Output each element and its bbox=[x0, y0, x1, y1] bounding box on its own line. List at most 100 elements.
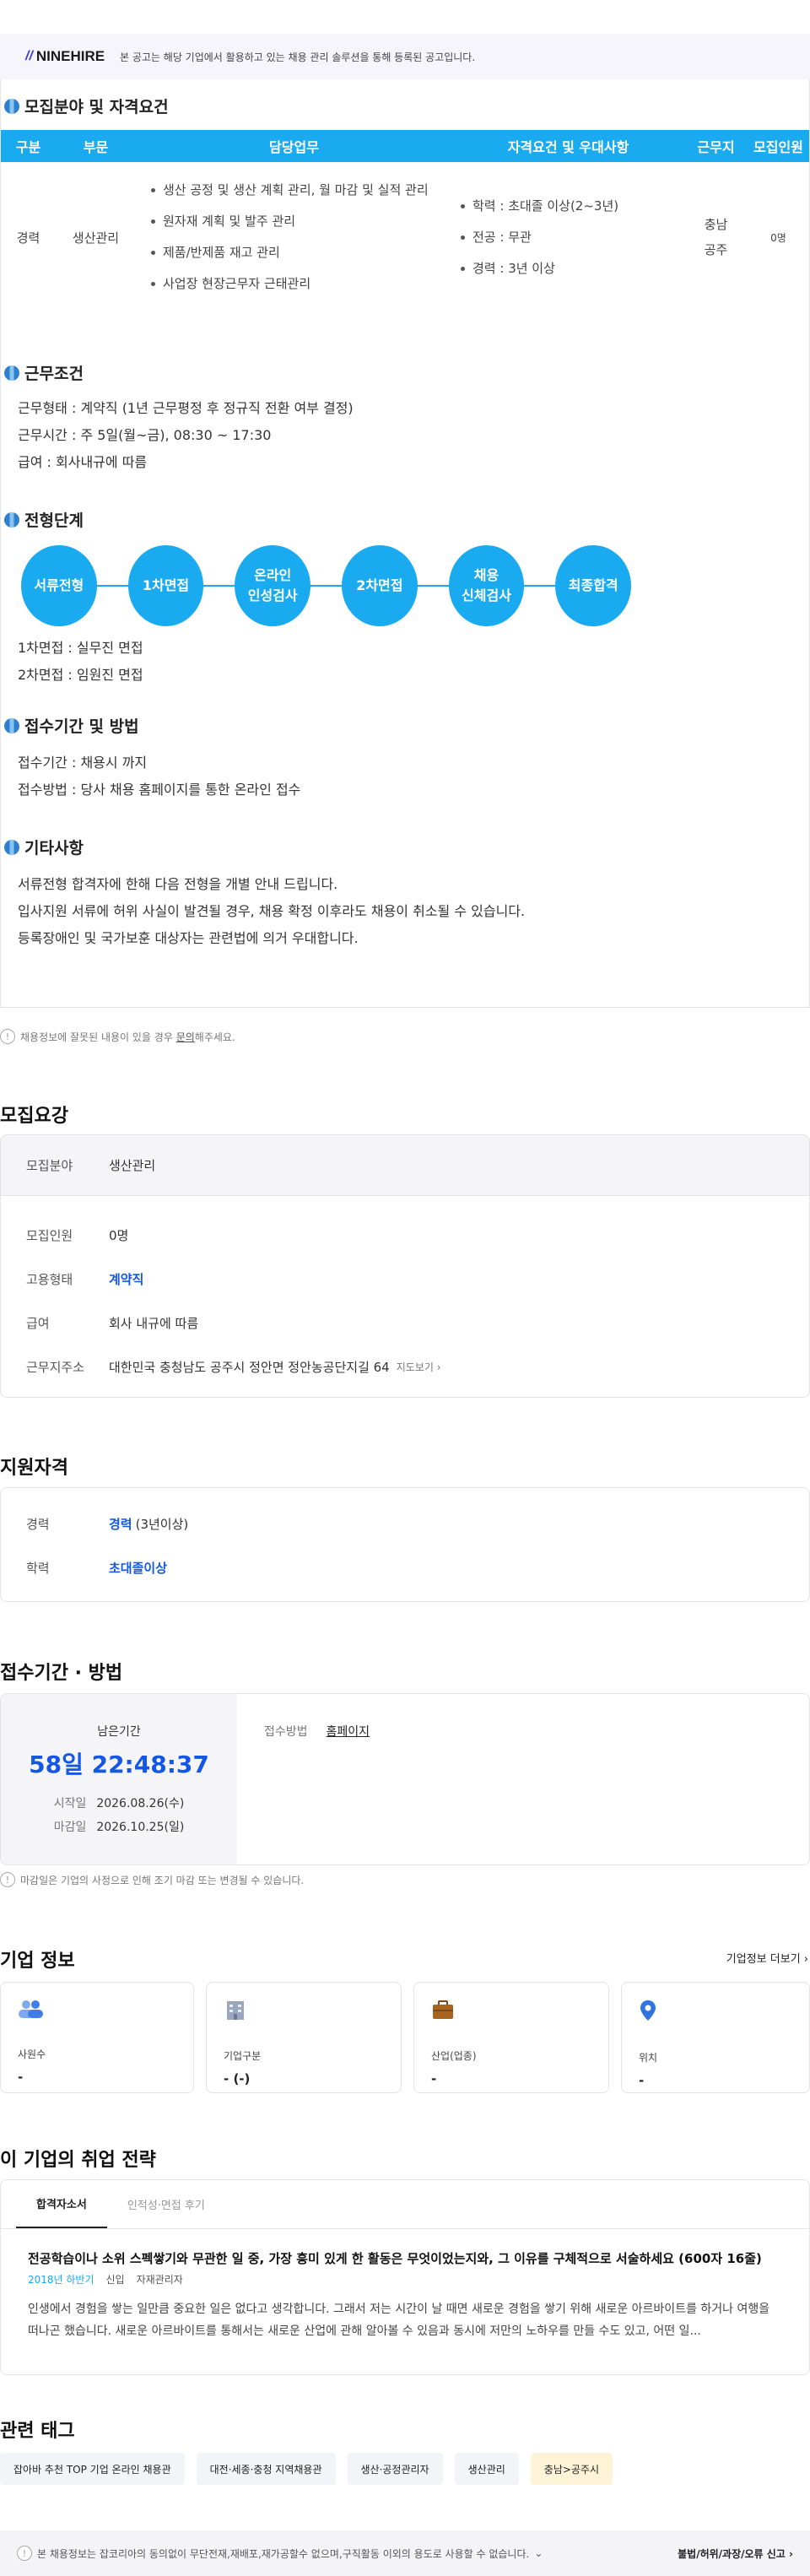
etc-line: 서류전형 합격자에 한해 다음 전형을 개별 안내 드립니다. bbox=[18, 876, 338, 892]
tag-item[interactable]: 생산관리 bbox=[454, 2453, 519, 2485]
strategy-box: 합격자소서 인적성·면접 후기 전공학습이나 소위 스펙쌓기와 무관한 일 중,… bbox=[0, 2179, 810, 2375]
briefcase-icon bbox=[433, 2000, 453, 2019]
step-circle: 1차면접 bbox=[127, 545, 204, 626]
company-cards: 사원수 - 기업구분 - (-) 산업(업종) - 위치 - bbox=[0, 1982, 810, 2093]
ninehire-banner: //NINEHIRE 본 공고는 해당 기업에서 활용하고 있는 채용 관리 솔… bbox=[0, 34, 810, 79]
strategy-tabs: 합격자소서 인적성·면접 후기 bbox=[1, 2180, 809, 2229]
th-duties: 담당업무 bbox=[269, 139, 319, 155]
info-icon: ! bbox=[0, 1872, 15, 1887]
report-error-link[interactable]: 불법/허위/과장/오류 신고 › bbox=[678, 2546, 793, 2561]
start-date-row: 시작일 2026.08.26(수) bbox=[53, 1797, 185, 1810]
duty-item: 사업장 현장근무자 근태관리 bbox=[151, 268, 452, 300]
homepage-link[interactable]: 홈페이지 bbox=[327, 1725, 370, 1739]
essay-question: 전공학습이나 소위 스펙쌓기와 무관한 일 중, 가장 흥미 있게 한 활동은 … bbox=[28, 2251, 762, 2266]
tab-interview-review[interactable]: 인적성·면접 후기 bbox=[107, 2180, 225, 2228]
recruit-table: 구분 부문 담당업무 자격요건 및 우대사항 근무지 모집인원 경력 생산관리 … bbox=[1, 130, 809, 312]
summary-address-row: 근무지주소 대한민국 충청남도 공주시 정안면 정안농공단지길 64 지도보기 › bbox=[26, 1359, 441, 1375]
globe-icon bbox=[4, 98, 19, 114]
etc-line: 입사지원 서류에 허위 사실이 발견될 경우, 채용 확정 이후라도 채용이 취… bbox=[18, 903, 526, 919]
tag-item[interactable]: 대전·세종·충청 지역채용관 bbox=[196, 2453, 336, 2485]
qualify-career-row: 경력 경력 (3년이상) bbox=[26, 1516, 189, 1532]
td-location: 충남 공주 bbox=[704, 217, 728, 257]
report-note-text: 채용정보에 잘못된 내용이 있을 경우 문의해주세요. bbox=[20, 1031, 235, 1043]
summary-emp-row: 고용형태 계약직 bbox=[26, 1271, 144, 1287]
th-location: 근무지 bbox=[697, 139, 735, 155]
globe-icon bbox=[4, 511, 19, 528]
summary-headcount-row: 모집인원 0명 bbox=[26, 1227, 129, 1243]
th-quals: 자격요건 및 우대사항 bbox=[507, 139, 629, 155]
etc-section-title: 기타사항 bbox=[4, 836, 84, 858]
tag-list: 잡아바 추천 TOP 기업 온라인 채용관 대전·세종·충청 지역채용관 생산·… bbox=[0, 2453, 624, 2485]
step-circle: 채용 신체검사 bbox=[448, 545, 525, 626]
end-date-row: 마감일 2026.10.25(일) bbox=[53, 1821, 185, 1834]
duty-item: 원자재 계획 및 발주 관리 bbox=[151, 206, 452, 237]
method-label: 접수방법 bbox=[264, 1725, 308, 1739]
report-note: ! 채용정보에 잘못된 내용이 있을 경우 문의해주세요. bbox=[0, 1029, 235, 1044]
remain-countdown: 58일 22:48:37 bbox=[29, 1751, 209, 1778]
map-view-link[interactable]: 지도보기 › bbox=[397, 1360, 441, 1374]
etc-list: 서류전형 합격자에 한해 다음 전형을 개별 안내 드립니다. 입사지원 서류에… bbox=[18, 871, 525, 952]
td-dept: 생산관리 bbox=[72, 230, 120, 246]
period-right: 접수방법 홈페이지 bbox=[237, 1694, 370, 1864]
report-inquiry-link[interactable]: 문의 bbox=[176, 1031, 195, 1043]
td-type: 경력 bbox=[16, 230, 40, 246]
conditions-list: 근무형태 : 계약직 (1년 근무평정 후 정규직 전환 여부 결정) 근무시간… bbox=[18, 395, 354, 476]
info-icon: ! bbox=[0, 1029, 15, 1044]
qual-item: 경력 : 3년 이상 bbox=[461, 253, 684, 284]
globe-icon bbox=[4, 839, 19, 855]
strategy-content[interactable]: 전공학습이나 소위 스펙쌓기와 무관한 일 중, 가장 흥미 있게 한 활동은 … bbox=[1, 2229, 809, 2342]
banner-notice: 본 공고는 해당 기업에서 활용하고 있는 채용 관리 솔루션을 통해 등록된 … bbox=[120, 51, 476, 63]
apply-section-title: 접수기간 및 방법 bbox=[4, 714, 139, 737]
chevron-right-icon: › bbox=[789, 2547, 793, 2560]
summary-field-row: 모집분야 생산관리 bbox=[1, 1135, 809, 1196]
duty-item: 생산 공정 및 생산 계획 관리, 월 마감 및 실적 관리 bbox=[151, 175, 452, 206]
strategy-title: 이 기업의 취업 전략 bbox=[0, 2150, 156, 2171]
recruit-section-title: 모집분야 및 자격요건 bbox=[4, 95, 169, 117]
globe-icon bbox=[4, 365, 19, 381]
process-steps: 서류전형 1차면접 온라인 인성검사 2차면접 채용 신체검사 최종합격 bbox=[21, 545, 662, 626]
company-card-location: 위치 - bbox=[621, 1982, 810, 2093]
tag-item[interactable]: 충남>공주시 bbox=[530, 2453, 613, 2485]
td-duties: 생산 공정 및 생산 계획 관리, 월 마감 및 실적 관리 원자재 계획 및 … bbox=[136, 175, 452, 300]
tag-item[interactable]: 잡아바 추천 TOP 기업 온라인 채용관 bbox=[0, 2453, 185, 2485]
conditions-line: 근무형태 : 계약직 (1년 근무평정 후 정규직 전환 여부 결정) bbox=[18, 400, 354, 416]
th-type: 구분 bbox=[15, 139, 41, 155]
remain-label: 남은기간 bbox=[97, 1725, 141, 1739]
td-quals: 학력 : 초대졸 이상(2~3년) 전공 : 무관 경력 : 3년 이상 bbox=[452, 191, 684, 284]
info-icon: ! bbox=[17, 2546, 32, 2561]
qualify-title: 지원자격 bbox=[0, 1458, 68, 1479]
tab-cover-letter[interactable]: 합격자소서 bbox=[16, 2180, 107, 2228]
company-card-employees: 사원수 - bbox=[0, 1982, 194, 2093]
period-left: 남은기간 58일 22:48:37 시작일 2026.08.26(수) 마감일 20… bbox=[1, 1694, 237, 1864]
qualify-box: 경력 경력 (3년이상) 학력 초대졸이상 bbox=[0, 1487, 810, 1602]
company-card-type: 기업구분 - (-) bbox=[206, 1982, 402, 2093]
ninehire-logo: //NINEHIRE bbox=[25, 48, 105, 64]
period-title: 접수기간 · 방법 bbox=[0, 1663, 123, 1684]
ninehire-logo-icon: // bbox=[25, 49, 33, 63]
step-circle: 2차면접 bbox=[342, 545, 418, 626]
qualify-edu-row: 학력 초대졸이상 bbox=[26, 1560, 168, 1576]
summary-salary-row: 급여 회사 내규에 따름 bbox=[26, 1315, 199, 1331]
td-headcount: 0명 bbox=[770, 231, 786, 244]
footer-notice: 본 채용정보는 잡코리아의 동의없이 무단전재,재배포,재가공할수 없으며,구직… bbox=[37, 2547, 530, 2560]
recruit-table-header: 구분 부문 담당업무 자격요건 및 우대사항 근무지 모집인원 bbox=[1, 130, 809, 162]
process-section-title: 전형단계 bbox=[4, 508, 84, 531]
chevron-right-icon: › bbox=[436, 1361, 441, 1373]
summary-title: 모집요강 bbox=[0, 1106, 68, 1127]
chevron-down-icon[interactable]: ⌄ bbox=[534, 2547, 543, 2559]
conditions-section-title: 근무조건 bbox=[4, 361, 84, 384]
th-headcount: 모집인원 bbox=[753, 139, 803, 155]
step-circle: 서류전형 bbox=[21, 545, 97, 626]
globe-icon bbox=[4, 717, 19, 733]
apply-line: 접수기간 : 채용시 까지 bbox=[18, 755, 148, 771]
step-circle: 최종합격 bbox=[555, 545, 632, 626]
step-circle: 온라인 인성검사 bbox=[235, 545, 311, 626]
company-more-link[interactable]: 기업정보 더보기 › bbox=[726, 1950, 808, 1966]
chevron-right-icon: › bbox=[803, 1953, 808, 1966]
footer-notice-bar: ! 본 채용정보는 잡코리아의 동의없이 무단전재,재배포,재가공할수 없으며,… bbox=[0, 2530, 810, 2576]
location-pin-icon bbox=[640, 2000, 656, 2021]
tag-item[interactable]: 생산·공정관리자 bbox=[347, 2453, 443, 2485]
people-icon bbox=[19, 2000, 43, 2018]
essay-excerpt: 인생에서 경험을 쌓는 일만큼 중요한 일은 없다고 생각합니다. 그래서 저는… bbox=[28, 2303, 770, 2338]
summary-details: 모집인원 0명 고용형태 계약직 급여 회사 내규에 따름 근무지주소 대한민국 충청남… bbox=[1, 1196, 809, 1388]
